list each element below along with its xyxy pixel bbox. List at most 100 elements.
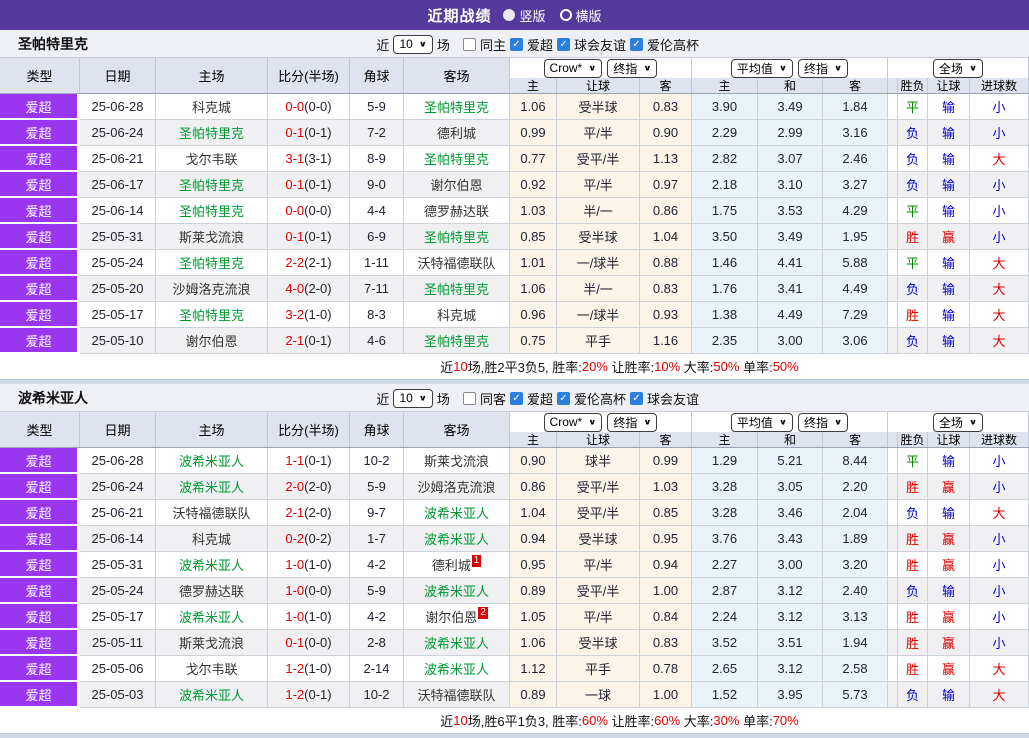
- home-team-link[interactable]: 圣帕特里克: [179, 201, 244, 220]
- avg-away: 2.04: [842, 505, 868, 520]
- result-cell: 胜: [898, 526, 928, 552]
- corner-cell: 5-9: [350, 94, 404, 120]
- avg-draw: 3.49: [777, 99, 803, 114]
- away-team-link[interactable]: 波希米亚人: [424, 529, 489, 548]
- avg-draw: 3.05: [777, 479, 803, 494]
- handicap-line: 受半球: [578, 230, 618, 245]
- table-row: 爱超 25-06-21 沃特福德联队 2-1 (2-0) 9-7 波希米亚人 1.…: [0, 500, 1029, 526]
- home-team-link[interactable]: 波希米亚人: [179, 555, 244, 574]
- same-venue-checkbox[interactable]: [462, 37, 476, 51]
- avg-away-cell: 4.49: [823, 276, 888, 302]
- fulltime-select[interactable]: 全场 ∨: [932, 412, 984, 432]
- spacer-cell: [888, 120, 898, 146]
- result-text: 胜: [905, 532, 919, 547]
- avg-away: 2.40: [842, 583, 868, 598]
- sub-home: 主: [692, 78, 758, 93]
- handicap-line: 受半球: [578, 636, 618, 651]
- spacer-cell: [888, 500, 898, 526]
- home-team-link[interactable]: 波希米亚人: [179, 477, 244, 496]
- radio-selected-icon[interactable]: [503, 9, 516, 21]
- radio-unselected-icon[interactable]: [559, 9, 572, 21]
- home-team-link[interactable]: 波希米亚人: [179, 685, 244, 704]
- same-venue-checkbox[interactable]: [462, 391, 476, 405]
- halftime-score: (0-1): [304, 333, 332, 348]
- home-team-link[interactable]: 波希米亚人: [179, 451, 244, 470]
- chevron-down-icon: ∨: [643, 417, 652, 427]
- away-team-link[interactable]: 波希米亚人: [424, 633, 489, 652]
- away-team-link: 科克城: [436, 308, 476, 323]
- away-team-link[interactable]: 圣帕特里克: [424, 149, 489, 168]
- home-team-cell: 波希米亚人: [156, 604, 268, 630]
- score-cell: 0-0 (0-0): [268, 198, 350, 224]
- bookmaker-select[interactable]: Crow* ∨: [543, 58, 603, 78]
- handicap-line: 平/半: [583, 178, 613, 193]
- avg-away-cell: 1.89: [823, 526, 888, 552]
- result-text: 胜: [905, 230, 919, 245]
- away-team-link[interactable]: 圣帕特里克: [424, 331, 489, 350]
- final-odds-select[interactable]: 终指 ∨: [798, 58, 849, 78]
- handicap-cell: 受半球: [557, 94, 640, 120]
- away-team-link[interactable]: 圣帕特里克: [424, 97, 489, 116]
- avg-home-cell: 2.24: [692, 604, 758, 630]
- league-checkbox[interactable]: ✓: [556, 37, 570, 51]
- goals-result-cell: 大: [970, 500, 1029, 526]
- goals-result-text: 小: [992, 480, 1006, 495]
- result-cell: 胜: [898, 656, 928, 682]
- odds-away-cell: 0.83: [640, 94, 692, 120]
- odds-home-cell: 0.75: [510, 328, 557, 354]
- home-team-link[interactable]: 圣帕特里克: [179, 253, 244, 272]
- team-name-title: 波希米亚人: [18, 389, 88, 406]
- result-text: 胜: [905, 662, 919, 677]
- final-odds-select[interactable]: 终指 ∨: [798, 412, 849, 432]
- recent-results-panel: 近期战绩 竖版 横版 圣帕特里克 近 10 ∨ 场 同主 ✓ 爱超 ✓ 球会友谊…: [0, 0, 1029, 738]
- match-count-select[interactable]: 10 ∨: [393, 388, 433, 408]
- corner-cell: 5-9: [350, 474, 404, 500]
- away-team-link[interactable]: 圣帕特里克: [424, 279, 489, 298]
- away-team-link[interactable]: 波希米亚人: [424, 581, 489, 600]
- away-team-link[interactable]: 波希米亚人: [424, 503, 489, 522]
- goals-result-text: 大: [992, 282, 1006, 297]
- home-team-link[interactable]: 圣帕特里克: [179, 305, 244, 324]
- fulltime-select[interactable]: 全场 ∨: [932, 58, 984, 78]
- final-odds-select[interactable]: 终指 ∨: [607, 412, 658, 432]
- result-text: 胜: [905, 610, 919, 625]
- radio-horizontal[interactable]: 横版: [559, 6, 602, 25]
- match-count-select[interactable]: 10 ∨: [393, 34, 433, 54]
- odds-away-cell: 0.85: [640, 500, 692, 526]
- league-checkbox[interactable]: ✓: [509, 37, 523, 51]
- avg-draw-cell: 3.46: [758, 500, 823, 526]
- avg-away-cell: 3.20: [823, 552, 888, 578]
- home-team-link[interactable]: 波希米亚人: [179, 607, 244, 626]
- match-date: 25-06-21: [91, 505, 144, 520]
- away-team-cell: 德罗赫达联: [404, 198, 510, 224]
- final-odds-select[interactable]: 终指 ∨: [607, 58, 658, 78]
- handicap-result-cell: 赢: [928, 224, 970, 250]
- league-checkbox[interactable]: ✓: [629, 391, 643, 405]
- home-team-link[interactable]: 圣帕特里克: [179, 123, 244, 142]
- spacer-cell: [888, 630, 898, 656]
- goals-result-text: 小: [992, 454, 1006, 469]
- radio-vertical[interactable]: 竖版: [503, 6, 546, 25]
- avg-away-cell: 2.40: [823, 578, 888, 604]
- odds-home-cell: 1.01: [510, 250, 557, 276]
- home-team-link: 德罗赫达联: [178, 584, 244, 599]
- table-header: 类型 日期 主场 比分(半场) 角球 客场 Crow* ∨ 终指 ∨ 平均值 ∨ 终指…: [0, 58, 1029, 94]
- home-team-link[interactable]: 圣帕特里克: [179, 175, 244, 194]
- average-select[interactable]: 平均值 ∨: [730, 412, 793, 432]
- avg-away-cell: 5.73: [823, 682, 888, 708]
- top-bar: 近期战绩 竖版 横版: [0, 0, 1029, 30]
- odds-home-cell: 1.12: [510, 656, 557, 682]
- handicap-result-text: 输: [941, 256, 955, 271]
- away-team-link[interactable]: 波希米亚人: [424, 659, 489, 678]
- away-team-link[interactable]: 圣帕特里克: [424, 227, 489, 246]
- table-row: 爱超 25-06-28 波希米亚人 1-1 (0-1) 10-2 斯莱戈流浪 0.…: [0, 448, 1029, 474]
- league-checkbox[interactable]: ✓: [509, 391, 523, 405]
- handicap-result-text: 输: [941, 688, 955, 703]
- avg-draw: 5.21: [777, 453, 803, 468]
- avg-draw: 3.12: [777, 583, 803, 598]
- league-checkbox[interactable]: ✓: [556, 391, 570, 405]
- avg-home: 3.28: [711, 505, 738, 520]
- league-checkbox[interactable]: ✓: [629, 37, 643, 51]
- bookmaker-select[interactable]: Crow* ∨: [543, 412, 603, 432]
- average-select[interactable]: 平均值 ∨: [730, 58, 793, 78]
